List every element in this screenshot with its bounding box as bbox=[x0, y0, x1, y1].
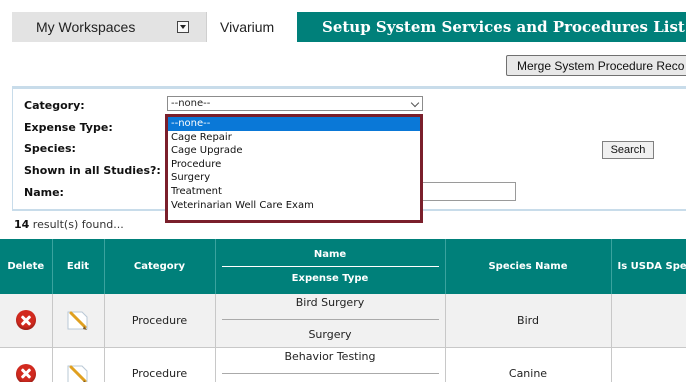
dropdown-arrow-icon[interactable] bbox=[177, 21, 189, 33]
dropdown-option-vet-well-care-exam[interactable]: Veterinarian Well Care Exam bbox=[168, 199, 420, 213]
name-input[interactable] bbox=[421, 182, 516, 201]
category-cell: Procedure bbox=[104, 294, 216, 348]
expense-type-value: Surgery bbox=[308, 328, 352, 342]
dropdown-option-cage-upgrade[interactable]: Cage Upgrade bbox=[168, 144, 420, 158]
search-button[interactable]: Search bbox=[602, 141, 654, 159]
dropdown-option-surgery[interactable]: Surgery bbox=[168, 171, 420, 185]
dropdown-option-procedure[interactable]: Procedure bbox=[168, 158, 420, 172]
name-label: Name: bbox=[24, 186, 64, 199]
delete-icon[interactable] bbox=[15, 310, 36, 331]
delete-cell bbox=[0, 294, 53, 348]
category-label: Category: bbox=[24, 99, 85, 112]
vivarium-label: Vivarium bbox=[220, 19, 275, 35]
name-value: Behavior Testing bbox=[221, 348, 439, 374]
usda-cell bbox=[611, 294, 686, 348]
name-expense-cell: Bird Surgery Surgery bbox=[215, 294, 446, 348]
delete-icon[interactable] bbox=[15, 363, 36, 382]
results-count-suffix: result(s) found... bbox=[29, 218, 124, 231]
results-count: 14 result(s) found... bbox=[14, 218, 124, 231]
species-cell: Canine bbox=[445, 347, 612, 382]
col-header-expense-type[interactable]: Expense Type bbox=[216, 267, 445, 288]
page-title: Setup System Services and Procedures Lis… bbox=[322, 18, 685, 36]
my-workspaces-tab[interactable]: My Workspaces bbox=[12, 12, 207, 42]
category-cell: Procedure bbox=[104, 347, 216, 382]
category-dropdown-list: --none-- Cage Repair Cage Upgrade Proced… bbox=[165, 114, 423, 223]
col-header-edit: Edit bbox=[52, 239, 105, 294]
col-header-category[interactable]: Category bbox=[104, 239, 216, 294]
dropdown-option-cage-repair[interactable]: Cage Repair bbox=[168, 131, 420, 145]
name-expense-cell: Behavior Testing Procedure bbox=[215, 347, 446, 382]
results-count-number: 14 bbox=[14, 218, 30, 231]
chevron-down-icon bbox=[410, 98, 420, 108]
category-select[interactable]: --none-- bbox=[167, 96, 423, 111]
col-header-name[interactable]: Name bbox=[221, 245, 439, 267]
top-bar: My Workspaces Vivarium Setup System Serv… bbox=[0, 0, 686, 42]
my-workspaces-label: My Workspaces bbox=[36, 19, 136, 35]
vivarium-tab[interactable]: Vivarium bbox=[208, 12, 293, 42]
species-cell: Bird bbox=[445, 294, 612, 348]
edit-cell bbox=[52, 347, 105, 382]
table-row: Procedure Behavior Testing Procedure Can… bbox=[0, 347, 686, 382]
merge-system-procedure-button[interactable]: Merge System Procedure Reco bbox=[506, 55, 686, 76]
dropdown-option-treatment[interactable]: Treatment bbox=[168, 185, 420, 199]
edit-icon[interactable] bbox=[65, 308, 91, 332]
expense-type-value: Procedure bbox=[216, 374, 445, 382]
name-value: Bird Surgery bbox=[221, 294, 439, 321]
usda-cell bbox=[611, 347, 686, 382]
col-header-species[interactable]: Species Name bbox=[445, 239, 612, 294]
species-label: Species: bbox=[24, 142, 76, 155]
dropdown-option-none[interactable]: --none-- bbox=[168, 117, 420, 131]
expense-type-label: Expense Type: bbox=[24, 121, 113, 134]
category-select-value: --none-- bbox=[171, 98, 211, 109]
results-table: Delete Edit Category Name Expense Type S… bbox=[0, 239, 686, 382]
edit-cell bbox=[52, 294, 105, 348]
shown-in-all-studies-label: Shown in all Studies?: bbox=[24, 164, 161, 177]
page-title-bar: Setup System Services and Procedures Lis… bbox=[297, 12, 686, 42]
col-header-name-expense: Name Expense Type bbox=[215, 239, 446, 294]
table-row: Procedure Bird Surgery Surgery Bird bbox=[0, 294, 686, 348]
col-header-usda[interactable]: Is USDA Spe bbox=[611, 239, 686, 294]
table-header-row: Delete Edit Category Name Expense Type S… bbox=[0, 239, 686, 294]
col-header-delete: Delete bbox=[0, 239, 53, 294]
delete-cell bbox=[0, 347, 53, 382]
edit-icon[interactable] bbox=[65, 362, 91, 382]
